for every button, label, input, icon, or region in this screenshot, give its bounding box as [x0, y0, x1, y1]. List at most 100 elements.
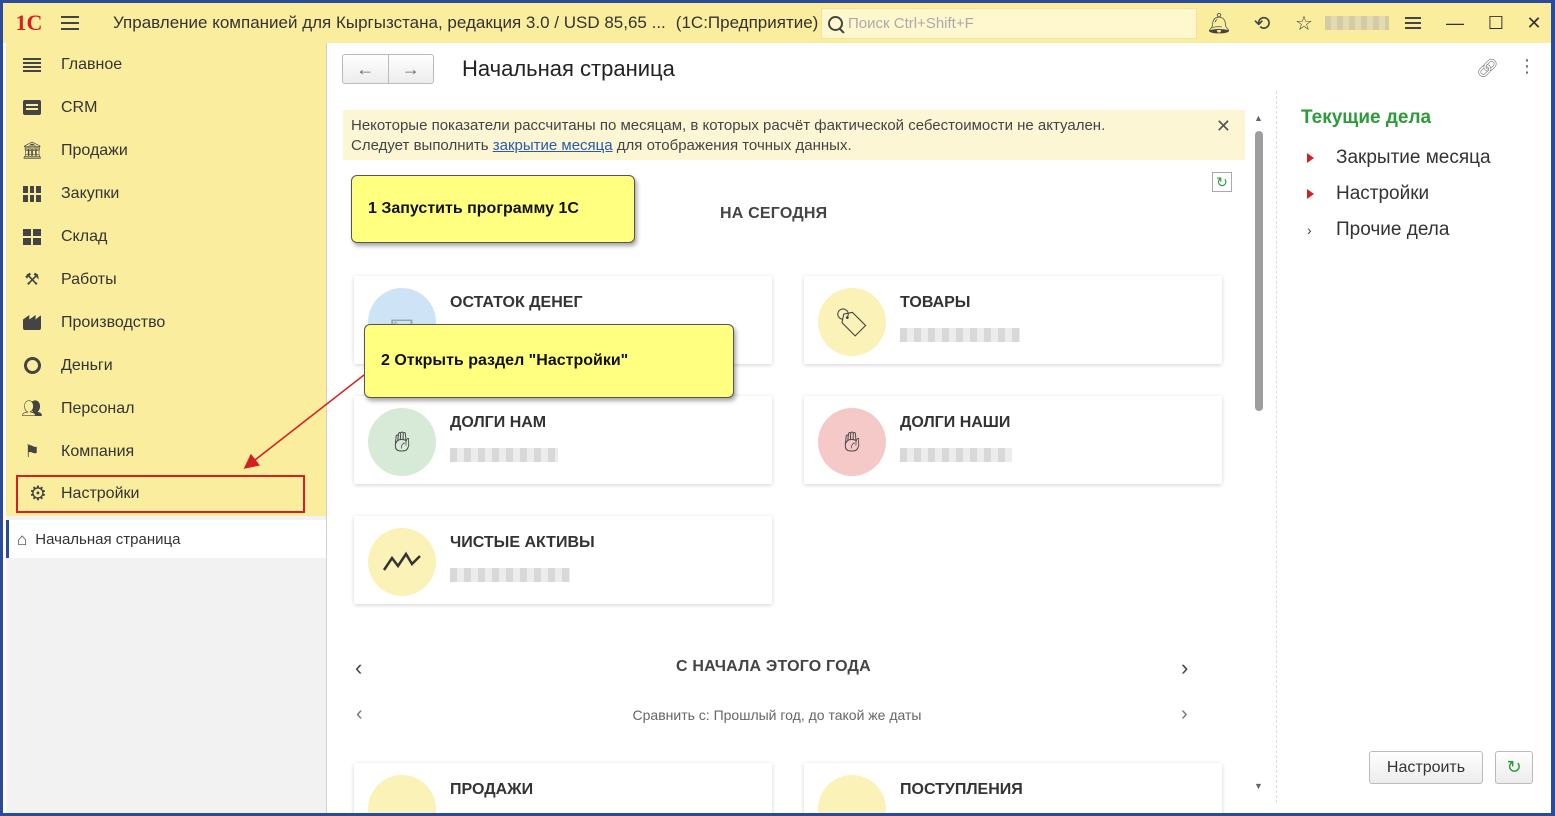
receipts-icon — [818, 775, 886, 813]
sidebar-item-settings[interactable]: ⚙ Настройки — [16, 475, 305, 513]
tile-title: ЧИСТЫЕ АКТИВЫ — [450, 534, 595, 551]
price-tag-icon: 🏷︎ — [818, 288, 886, 356]
warehouse-icon — [23, 228, 41, 245]
factory-icon — [23, 315, 41, 330]
back-arrow-icon[interactable]: ← — [343, 55, 389, 83]
tile-receivables[interactable]: ✋︎ ДОЛГИ НАМ — [354, 396, 772, 484]
callout-step-1: 1 Запустить программу 1С — [351, 175, 635, 243]
settings-menu-icon[interactable] — [1401, 11, 1425, 35]
tile-receipts[interactable]: ПОСТУПЛЕНИЯ — [804, 763, 1222, 813]
app-window: 1С Управление компанией для Кыргызстана,… — [0, 0, 1555, 816]
configure-button[interactable]: Настроить — [1369, 751, 1483, 784]
sidebar-item-label: Главное — [61, 55, 123, 73]
sidebar-item-label: Производство — [61, 313, 166, 331]
sidebar-item-sales[interactable]: 🏛︎ Продажи — [6, 129, 326, 172]
people-icon: 👥︎ — [21, 399, 43, 418]
close-icon[interactable]: ✕ — [1522, 11, 1546, 35]
sidebar-item-main[interactable]: Главное — [6, 43, 326, 86]
menu-lines-icon — [23, 57, 41, 72]
home-icon: ⌂ — [17, 529, 28, 549]
global-search[interactable] — [821, 8, 1197, 39]
basket-icon: 🏛︎ — [21, 141, 43, 160]
sidebar-item-personnel[interactable]: 👥︎ Персонал — [6, 387, 326, 430]
chevron-right-icon[interactable]: › — [1181, 655, 1188, 681]
scroll-up-icon[interactable]: ▲ — [1254, 113, 1263, 123]
sidebar-item-label: Настройки — [61, 485, 140, 502]
tile-net-assets[interactable]: ЧИСТЫЕ АКТИВЫ — [354, 516, 772, 604]
tile-value-hidden — [900, 448, 1012, 462]
maximize-icon[interactable]: ☐ — [1484, 11, 1508, 35]
search-icon — [826, 14, 846, 34]
task-settings[interactable]: Настройки — [1307, 183, 1429, 205]
star-icon[interactable]: ☆ — [1292, 11, 1316, 35]
tile-value-hidden — [450, 568, 570, 582]
forward-arrow-icon[interactable]: → — [389, 55, 434, 83]
task-label: Настройки — [1336, 183, 1430, 204]
compare-period[interactable]: Сравнить с: Прошлый год, до такой же дат… — [342, 707, 1212, 723]
tab-home-page[interactable]: ⌂ Начальная страница — [6, 520, 326, 558]
link-icon[interactable]: 🔗︎ — [1476, 58, 1499, 79]
month-closing-link[interactable]: закрытие месяца — [493, 137, 613, 154]
more-vertical-icon[interactable]: ⋮ — [1518, 56, 1536, 77]
notice-line-1: Некоторые показатели рассчитаны по месяц… — [351, 117, 1106, 134]
section-title-year: С НАЧАЛА ЭТОГО ГОДА — [676, 658, 871, 675]
app-logo[interactable]: 1С — [3, 3, 55, 43]
scroll-down-icon[interactable]: ▼ — [1254, 781, 1263, 791]
tile-title: ТОВАРЫ — [900, 294, 971, 311]
tile-goods[interactable]: 🏷︎ ТОВАРЫ — [804, 276, 1222, 364]
sidebar-item-production[interactable]: Производство — [6, 301, 326, 344]
notice-text: для отображения точных данных. — [612, 137, 852, 154]
chevron-right-icon[interactable]: › — [1181, 703, 1188, 726]
task-label: Закрытие месяца — [1336, 147, 1491, 168]
tile-title: ПОСТУПЛЕНИЯ — [900, 781, 1023, 798]
app-title-suffix: (1С:Предприятие) — [675, 13, 819, 32]
gear-icon: ⚙ — [29, 483, 47, 505]
current-tasks-title: Текущие дела — [1301, 107, 1432, 128]
sidebar-item-crm[interactable]: CRM — [6, 86, 326, 129]
user-name[interactable] — [1325, 16, 1389, 30]
id-card-icon — [23, 100, 41, 115]
close-icon[interactable]: ✕ — [1216, 116, 1231, 136]
sidebar-item-warehouse[interactable]: Склад — [6, 215, 326, 258]
sales-icon — [368, 775, 436, 813]
sidebar-item-money[interactable]: Деньги — [6, 344, 326, 387]
sidebar-item-label: Продажи — [61, 141, 128, 159]
tile-sales[interactable]: ПРОДАЖИ — [354, 763, 772, 813]
scrollbar-thumb[interactable] — [1255, 131, 1263, 411]
tile-title: ДОЛГИ НАМ — [450, 414, 547, 431]
pane-divider — [1276, 91, 1277, 803]
refresh-icon[interactable]: ↻ — [1212, 172, 1232, 192]
tile-payables[interactable]: ✋︎ ДОЛГИ НАШИ — [804, 396, 1222, 484]
chevron-right-icon: › — [1307, 222, 1312, 238]
notice-banner: Некоторые показатели рассчитаны по месяц… — [343, 110, 1245, 160]
chevron-left-icon[interactable]: ‹ — [355, 655, 362, 681]
tile-title: ОСТАТОК ДЕНЕГ — [450, 294, 583, 311]
refresh-icon[interactable]: ↻ — [1495, 751, 1533, 784]
cart-icon — [23, 185, 41, 202]
sidebar-item-label: Закупки — [61, 184, 120, 202]
task-month-closing[interactable]: Закрытие месяца — [1307, 147, 1491, 169]
coin-icon — [23, 357, 41, 374]
sidebar-item-label: Работы — [61, 270, 117, 288]
tile-value-hidden — [450, 448, 558, 462]
notice-text: Следует выполнить — [351, 137, 493, 154]
app-title: Управление компанией для Кыргызстана, ре… — [113, 13, 666, 32]
sidebar-item-purchases[interactable]: Закупки — [6, 172, 326, 215]
callout-step-2: 2 Открыть раздел "Настройки" — [364, 324, 734, 398]
sidebar-item-works[interactable]: ⚒ Работы — [6, 258, 326, 301]
tab-label: Начальная страница — [35, 530, 181, 548]
bell-icon[interactable]: 🔔︎ — [1206, 11, 1231, 35]
hand-coin-icon: ✋︎ — [818, 408, 886, 476]
task-other[interactable]: › Прочие дела — [1307, 219, 1449, 241]
sidebar-item-company[interactable]: ⚑ Компания — [6, 430, 326, 473]
sidebar-item-label: Склад — [61, 227, 108, 245]
notice-line-2: Следует выполнить закрытие месяца для от… — [351, 136, 1237, 156]
trend-line-icon — [368, 528, 436, 596]
sidebar-item-label: Компания — [61, 442, 135, 460]
sidebar-item-label: Деньги — [61, 356, 113, 374]
history-icon[interactable]: ⟲ — [1250, 11, 1274, 35]
sidebar-item-label: CRM — [61, 98, 98, 116]
search-input[interactable] — [848, 15, 1188, 32]
minimize-icon[interactable]: — — [1443, 11, 1467, 35]
main-menu-icon[interactable] — [55, 3, 85, 43]
